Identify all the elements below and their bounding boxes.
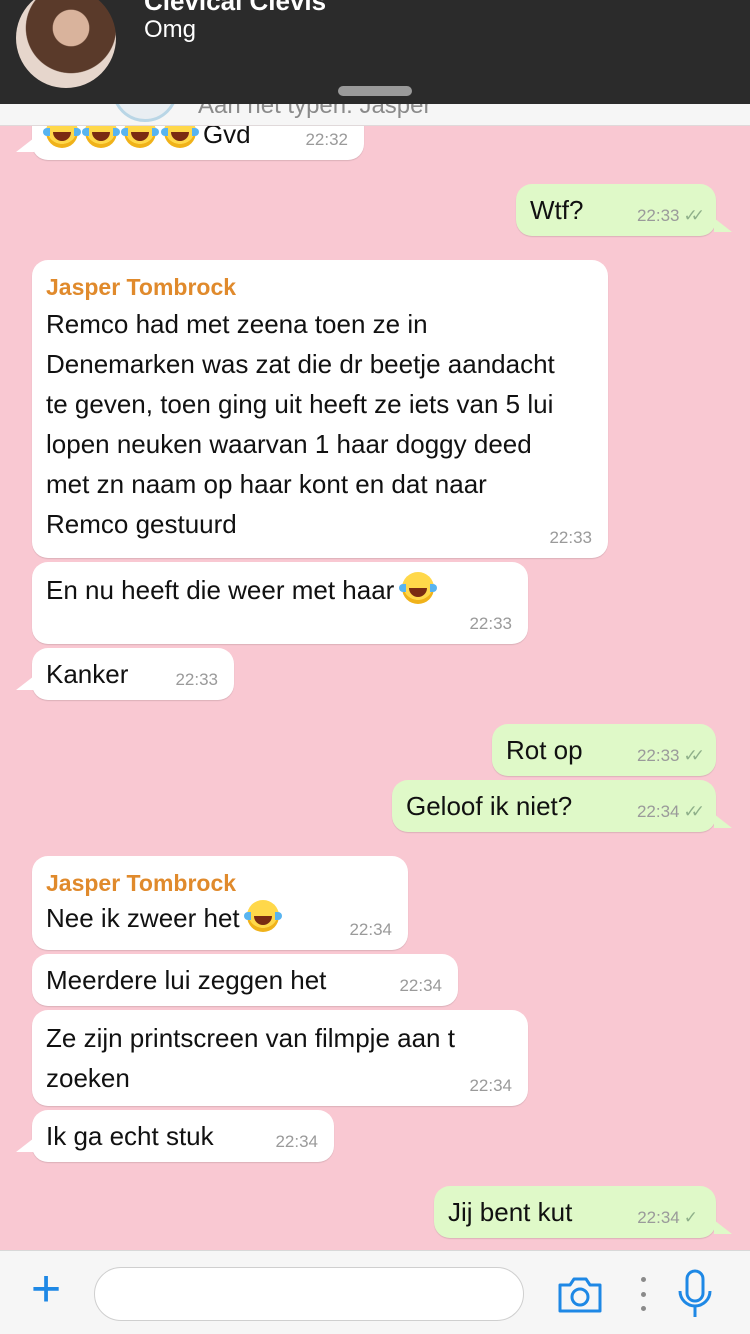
bubble-tail xyxy=(16,1138,34,1152)
sent-tick-icon: ✓ xyxy=(683,1208,698,1227)
message-bubble-incoming[interactable]: Ze zijn printscreen van filmpje aan t zo… xyxy=(32,1010,528,1106)
notification-avatar xyxy=(16,0,116,88)
banner-drag-handle[interactable] xyxy=(338,86,412,96)
message-time: 22:33 xyxy=(469,614,512,633)
message-bubble-outgoing[interactable]: Jij bent kut 22:34 ✓ xyxy=(434,1186,716,1238)
chat-area: Gvd 22:32 Wtf? 22:33 ✓✓ Jasper Tombrock R… xyxy=(0,0,750,1250)
message-time: 22:34 xyxy=(469,1076,512,1095)
bubble-tail xyxy=(16,138,34,152)
message-text-main: Nee ik zweer het xyxy=(46,903,240,933)
message-time: 22:33 xyxy=(549,528,592,547)
message-time: 22:34 xyxy=(349,920,392,939)
read-ticks-icon: ✓✓ xyxy=(683,802,705,821)
message-author: Jasper Tombrock xyxy=(46,274,237,300)
read-ticks-icon: ✓✓ xyxy=(683,206,705,225)
notification-preview: Omg xyxy=(144,16,197,43)
message-time: 22:34 xyxy=(399,976,442,995)
notification-sender: Clevical Clevis xyxy=(144,0,327,16)
message-bubble-incoming[interactable]: Jasper Tombrock Nee ik zweer het 22:34 xyxy=(32,856,408,950)
message-time: 22:34 ✓ xyxy=(637,1208,698,1227)
more-dots-icon[interactable] xyxy=(636,1277,650,1311)
message-text-main: En nu heeft die weer met haar xyxy=(46,575,395,605)
message-input[interactable] xyxy=(94,1267,524,1321)
message-text: Meerdere lui zeggen het xyxy=(46,965,327,995)
message-time: 22:33 ✓✓ xyxy=(636,206,705,225)
plus-icon[interactable]: + xyxy=(24,1263,68,1315)
notification-banner[interactable]: Clevical Clevis Omg xyxy=(0,0,750,104)
conversation-header[interactable]: Aan het typen: Jasper xyxy=(0,104,750,126)
message-bubble-outgoing[interactable]: Wtf? 22:33 ✓✓ xyxy=(516,184,716,236)
bubble-tail xyxy=(714,1220,732,1234)
message-time: 22:34 ✓✓ xyxy=(636,802,705,821)
message-bubble-incoming[interactable]: Ik ga echt stuk 22:34 xyxy=(32,1110,334,1162)
message-bubble-incoming[interactable]: Kanker 22:33 xyxy=(32,648,234,700)
microphone-icon[interactable] xyxy=(676,1269,714,1321)
message-bubble-incoming[interactable]: Jasper Tombrock Remco had met zeena toen… xyxy=(32,260,608,558)
read-ticks-icon: ✓✓ xyxy=(683,746,705,765)
message-time: 22:33 xyxy=(175,670,218,689)
message-bubble-incoming[interactable]: Meerdere lui zeggen het 22:34 xyxy=(32,954,458,1006)
laughing-emoji-icon xyxy=(243,900,282,932)
camera-icon[interactable] xyxy=(556,1275,604,1315)
message-text: Ze zijn printscreen van filmpje aan t zo… xyxy=(46,1023,455,1093)
laughing-emoji-icon xyxy=(398,572,437,604)
bubble-tail xyxy=(714,218,732,232)
message-text: En nu heeft die weer met haar xyxy=(46,572,514,604)
message-input-bar: + xyxy=(0,1250,750,1334)
message-text: Nee ik zweer het xyxy=(46,900,394,935)
contact-avatar[interactable] xyxy=(112,104,178,122)
message-author: Jasper Tombrock xyxy=(46,870,237,896)
message-time: 22:34 xyxy=(275,1132,318,1151)
message-bubble-outgoing[interactable]: Rot op 22:33 ✓✓ xyxy=(492,724,716,776)
message-bubble-incoming[interactable]: En nu heeft die weer met haar 22:33 xyxy=(32,562,528,644)
message-time: 22:33 ✓✓ xyxy=(636,746,705,765)
typing-status: Aan het typen: Jasper xyxy=(198,104,432,119)
message-time: 22:32 xyxy=(305,130,348,149)
bubble-tail xyxy=(16,676,34,690)
message-bubble-outgoing[interactable]: Geloof ik niet? 22:34 ✓✓ xyxy=(392,780,716,832)
bubble-tail xyxy=(714,814,732,828)
message-text: Remco had met zeena toen ze in Denemarke… xyxy=(46,309,555,539)
